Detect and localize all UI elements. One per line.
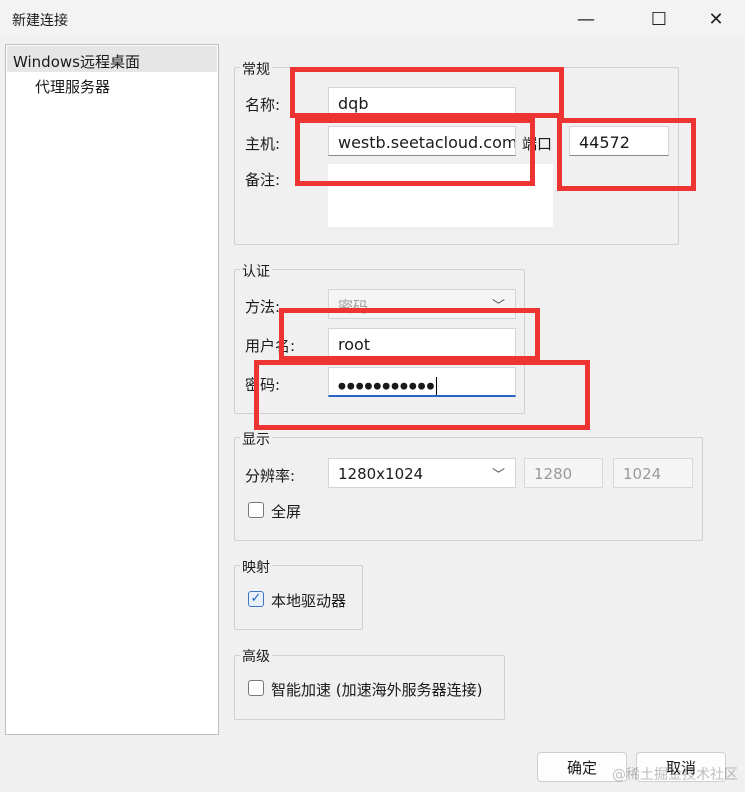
smart-accel-label[interactable]: 智能加速 (加速海外服务器连接) bbox=[271, 679, 482, 700]
checkmark-icon: ✓ bbox=[250, 591, 262, 606]
resolution-label: 分辨率: bbox=[245, 467, 296, 485]
advanced-legend: 高级 bbox=[240, 646, 272, 666]
chevron-down-icon: ﹀ bbox=[491, 468, 505, 483]
note-label: 备注: bbox=[245, 171, 281, 189]
local-drive-checkbox[interactable]: ✓ bbox=[248, 591, 264, 607]
tree-item-label: Windows远程桌面 bbox=[13, 53, 140, 71]
maximize-icon: ☐ bbox=[650, 8, 668, 30]
name-label: 名称: bbox=[245, 96, 281, 114]
watermark: @稀土掘金技术社区 bbox=[612, 767, 738, 783]
resolution-select[interactable]: 1280x1024 ﹀ bbox=[328, 458, 516, 488]
annotation-box-port bbox=[557, 118, 696, 191]
method-label: 方法: bbox=[245, 298, 281, 316]
resolution-height-input: 1024 bbox=[613, 458, 693, 488]
annotation-box-username bbox=[279, 308, 540, 361]
general-legend: 常规 bbox=[240, 59, 272, 79]
mapping-legend: 映射 bbox=[240, 557, 272, 577]
resolution-select-value: 1280x1024 bbox=[338, 465, 424, 483]
close-icon: ✕ bbox=[708, 8, 724, 30]
host-label: 主机: bbox=[245, 135, 281, 153]
close-button[interactable]: ✕ bbox=[693, 0, 739, 38]
annotation-box-password bbox=[254, 360, 590, 430]
window-title: 新建连接 bbox=[12, 13, 68, 29]
tree-item-rdp[interactable]: Windows远程桌面 bbox=[7, 46, 217, 72]
smart-accel-checkbox[interactable] bbox=[248, 680, 264, 696]
display-group bbox=[234, 437, 703, 541]
tree-item-proxy[interactable]: 代理服务器 bbox=[35, 76, 110, 97]
resolution-width-input: 1280 bbox=[524, 458, 603, 488]
fullscreen-label[interactable]: 全屏 bbox=[271, 501, 301, 522]
minimize-button[interactable]: — bbox=[563, 0, 609, 38]
title-bar: 新建连接 — ☐ ✕ bbox=[0, 0, 745, 38]
annotation-box-name bbox=[290, 67, 564, 118]
tree-item-label: 代理服务器 bbox=[35, 78, 111, 96]
auth-legend: 认证 bbox=[240, 261, 272, 281]
maximize-button[interactable]: ☐ bbox=[636, 0, 682, 38]
fullscreen-checkbox[interactable] bbox=[248, 502, 264, 518]
minimize-icon: — bbox=[577, 8, 595, 30]
annotation-box-host bbox=[295, 118, 535, 186]
display-legend: 显示 bbox=[240, 429, 272, 449]
connection-type-tree[interactable]: Windows远程桌面 代理服务器 bbox=[5, 44, 219, 735]
local-drive-label[interactable]: 本地驱动器 bbox=[271, 590, 346, 611]
